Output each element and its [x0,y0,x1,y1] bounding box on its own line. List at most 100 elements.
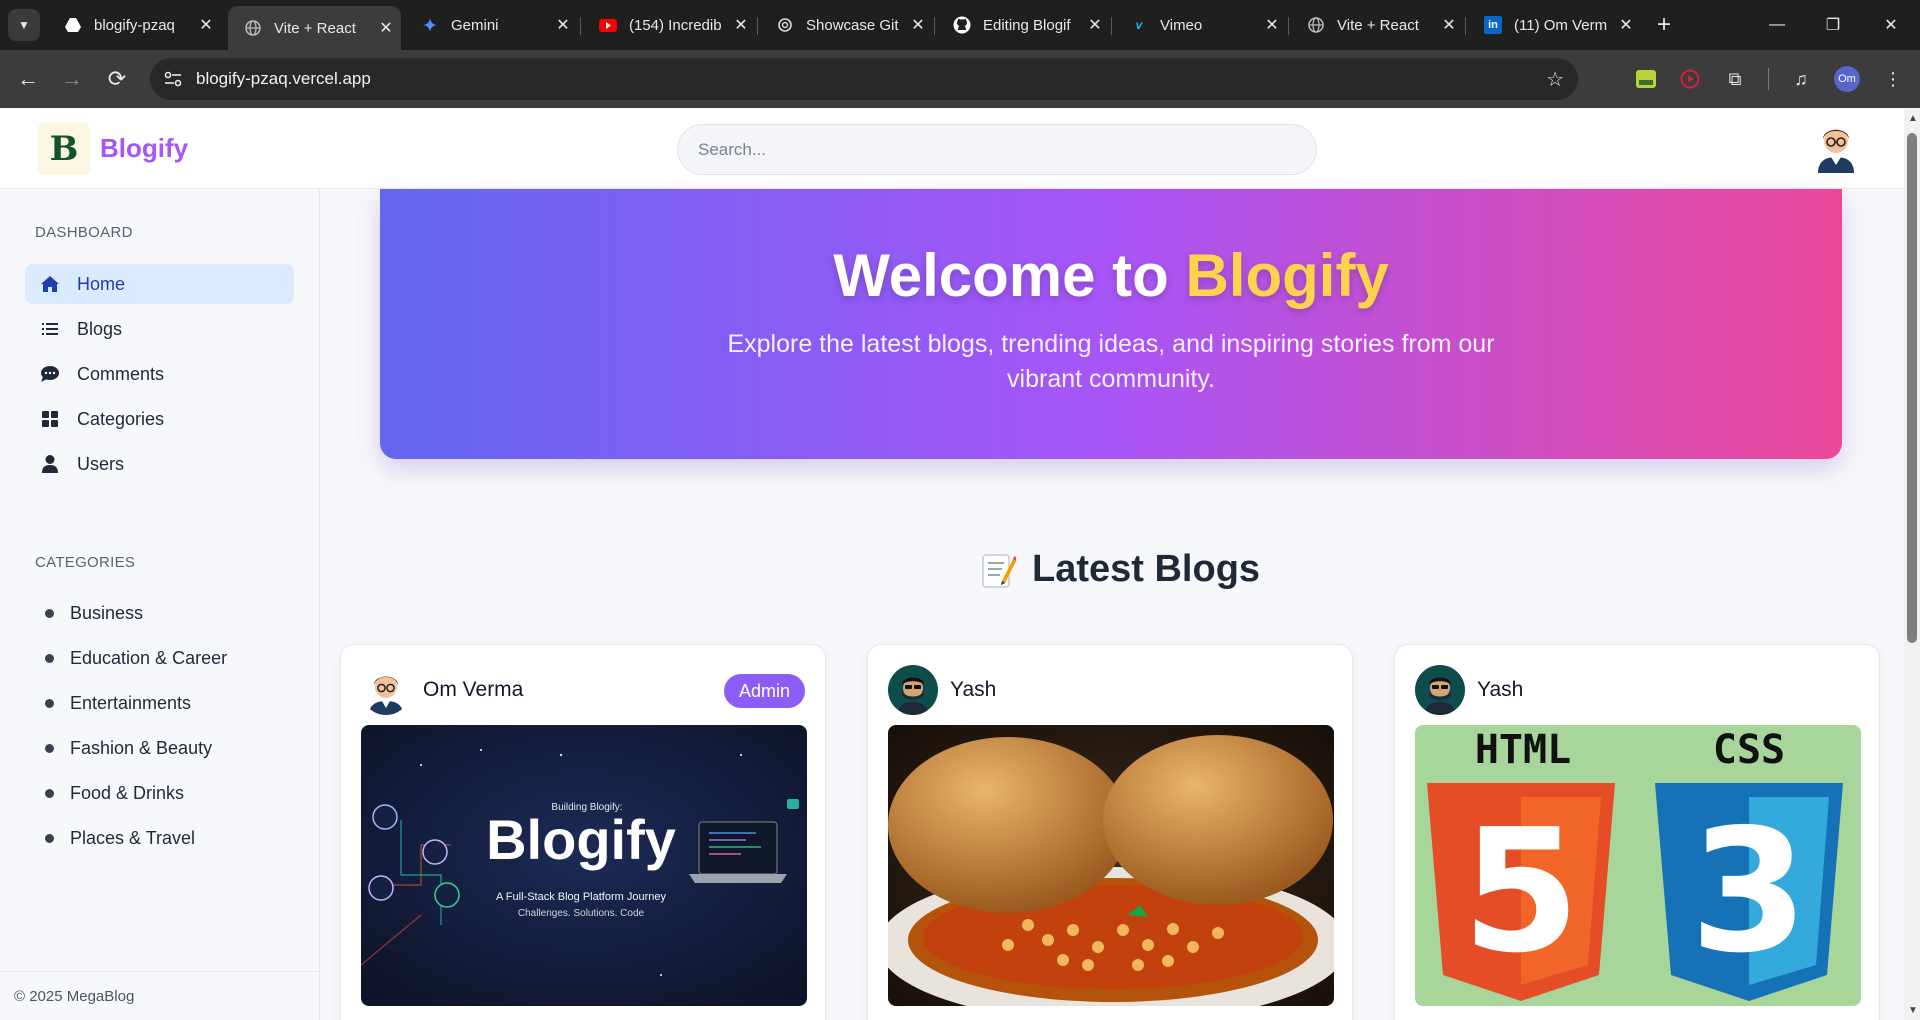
scrollbar-thumb[interactable] [1907,133,1917,643]
category-label: Education & Career [70,648,228,668]
gemini-icon [421,16,439,34]
blog-thumbnail[interactable] [888,725,1334,1006]
close-icon[interactable]: ✕ [548,15,578,35]
sidebar-item-blogs[interactable]: Blogs [25,309,294,349]
tab-blogify[interactable]: blogify-pzaq ✕ [48,8,221,42]
section-title-text: Latest Blogs [1032,548,1261,590]
user-avatar-button[interactable] [1812,119,1860,173]
category-label: Places & Travel [70,828,196,848]
restore-button[interactable]: ❐ [1810,10,1856,40]
blog-card[interactable]: Yash [867,644,1353,1020]
thumbnail-line1: A Full-Stack Blog Platform Journey [496,891,666,903]
browser-tab-strip: ▼ blogify-pzaq ✕ Vite + React ✕ Gemini ✕… [0,0,1920,50]
close-icon[interactable]: ✕ [1611,15,1641,35]
tab-title: (154) Incredib [629,16,722,34]
category-label: Business [70,603,144,623]
blog-card[interactable]: Om Verma Admin Building Blogify: Blogify… [340,644,826,1020]
sidebar-footer: © 2025 MegaBlog [0,971,319,1005]
tab-youtube[interactable]: (154) Incredib ✕ [583,8,756,42]
scroll-down-arrow-icon[interactable]: ▼ [1908,1005,1918,1016]
category-item[interactable]: Places & Travel [45,828,195,849]
close-icon[interactable]: ✕ [1434,15,1464,35]
author-avatar [1415,665,1465,715]
tab-title: Vite + React [274,19,356,37]
close-icon[interactable]: ✕ [903,15,933,35]
tab-github[interactable]: Editing Blogif ✕ [937,8,1110,42]
globe-icon [244,19,262,37]
tab-title: Vite + React [1337,16,1419,34]
tab-title: Showcase Git [806,16,899,34]
category-item[interactable]: Business [45,603,143,624]
address-bar[interactable]: blogify-pzaq.vercel.app ☆ [150,58,1578,100]
author-avatar [888,665,938,715]
page-scrollbar[interactable]: ▲ ▼ [1904,109,1920,1020]
card-author[interactable]: Yash [888,665,996,715]
youtube-icon [599,16,617,34]
bookmark-star-icon[interactable]: ☆ [1546,67,1564,92]
category-label: Entertainments [70,693,192,713]
new-tab-button[interactable]: + [1650,9,1678,41]
blog-thumbnail[interactable]: HTML CSS 5 3 [1415,725,1861,1006]
profile-avatar[interactable]: Om [1834,66,1860,92]
brand-name[interactable]: Blogify [100,133,188,164]
author-avatar [361,665,411,715]
category-item[interactable]: Education & Career [45,648,227,669]
scroll-up-arrow-icon[interactable]: ▲ [1908,113,1918,124]
user-icon [39,454,61,474]
close-icon[interactable]: ✕ [726,15,756,35]
close-icon[interactable]: ✕ [1257,15,1287,35]
blog-card[interactable]: Yash HTML CSS 5 3 [1394,644,1880,1020]
back-button[interactable]: ← [14,65,42,93]
css-label: CSS [1713,727,1785,773]
tab-title: Editing Blogif [983,16,1071,34]
tab-gemini[interactable]: Gemini ✕ [405,8,578,42]
sidebar-item-home[interactable]: Home [25,264,294,304]
tab-title: (11) Om Verm [1514,16,1608,34]
sidebar-item-users[interactable]: Users [25,444,294,484]
category-item[interactable]: Fashion & Beauty [45,738,212,759]
thumbnail-line2: Challenges. Solutions. Code [518,908,645,919]
card-author[interactable]: Yash [1415,665,1523,715]
tab-linkedin[interactable]: in (11) Om Verm ✕ [1468,8,1641,42]
category-item[interactable]: Entertainments [45,693,191,714]
sidebar: DASHBOARD Home Blogs Comments Categories… [0,189,320,1020]
hero-subtitle: Explore the latest blogs, trending ideas… [727,330,1495,393]
tab-vimeo[interactable]: v Vimeo ✕ [1114,8,1287,42]
css3-number: 3 [1690,793,1808,991]
search-input[interactable] [677,124,1317,175]
reload-button[interactable]: ⟳ [103,65,131,93]
close-icon[interactable]: ✕ [1080,15,1110,35]
bullet-dot [45,789,54,798]
globe-icon [1307,16,1325,34]
close-icon[interactable]: ✕ [371,18,401,38]
tab-vite-react[interactable]: Vite + React ✕ [1291,8,1464,42]
tab-chatgpt[interactable]: Showcase Git ✕ [760,8,933,42]
logo[interactable]: B [38,123,90,175]
sidebar-item-label: Blogs [77,318,123,339]
comment-icon [39,364,61,384]
browser-menu-icon[interactable]: ⋮ [1880,66,1906,92]
sidebar-item-categories[interactable]: Categories [25,399,294,439]
extension-record-icon[interactable] [1677,66,1703,92]
author-name: Yash [1477,678,1524,701]
extensions-puzzle-icon[interactable]: ⧉ [1722,66,1748,92]
blog-thumbnail[interactable]: Building Blogify: Blogify A Full-Stack B… [361,725,807,1006]
media-controls-icon[interactable]: ♫ [1788,66,1814,92]
tab-search-button[interactable]: ▼ [8,9,40,41]
extension-image-icon[interactable] [1633,66,1659,92]
forward-button[interactable]: → [58,65,86,93]
grid-icon [39,409,61,429]
site-settings-icon[interactable] [164,70,182,88]
category-item[interactable]: Food & Drinks [45,783,184,804]
thumbnail-title: Blogify [486,808,676,871]
home-icon [39,274,61,294]
close-window-button[interactable]: ✕ [1868,10,1914,40]
card-author[interactable]: Om Verma [361,665,523,715]
tab-vite-react-active[interactable]: Vite + React ✕ [228,6,401,50]
sidebar-item-comments[interactable]: Comments [25,354,294,394]
author-name: Yash [950,678,997,701]
hero-title-highlight: Blogify [1185,242,1389,309]
minimize-button[interactable]: — [1754,10,1800,40]
close-icon[interactable]: ✕ [191,15,221,35]
html5-number: 5 [1462,793,1580,991]
